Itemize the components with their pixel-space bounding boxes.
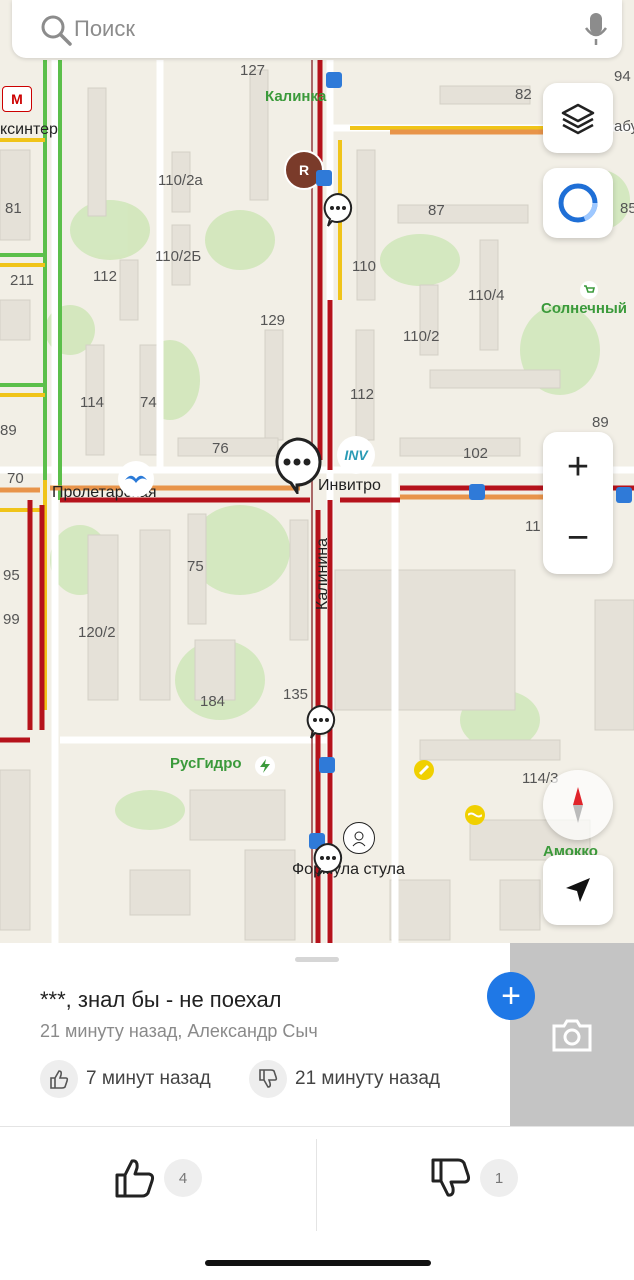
building-number: 114 (80, 394, 104, 411)
place-label-invitro[interactable]: Инвитро (318, 477, 381, 495)
compass-button[interactable] (543, 770, 613, 840)
bird-poi-icon[interactable] (118, 461, 154, 497)
place-label-rusgidro[interactable]: РусГидро (170, 755, 242, 772)
store-logo-text: M (11, 91, 23, 107)
building-number: 112 (93, 268, 117, 285)
place-label-formula[interactable]: Формула стула (292, 861, 405, 879)
bus-stop-icon[interactable] (469, 484, 485, 500)
building-number: 74 (140, 394, 157, 411)
building-number: 94 (614, 68, 631, 85)
search-bar[interactable]: Поиск (12, 0, 622, 58)
building-number: 70 (7, 470, 24, 487)
building-number: 82 (515, 86, 532, 103)
building-number: 110/4 (468, 287, 505, 304)
like-button[interactable]: 4 (114, 1153, 202, 1203)
dislike-button[interactable]: 1 (430, 1153, 518, 1203)
building-number: 87 (428, 202, 445, 219)
alice-ring-icon (558, 183, 598, 223)
home-indicator (205, 1260, 431, 1266)
building-number: 129 (260, 312, 286, 329)
building-number: 89 (592, 414, 609, 431)
sheet-drag-handle[interactable] (295, 957, 339, 962)
add-photo-button[interactable] (510, 943, 634, 1126)
building-number: 110/2а (158, 172, 203, 189)
comment-bubble-icon[interactable] (312, 842, 344, 878)
navigation-arrow-icon (566, 878, 590, 902)
microphone-icon[interactable] (584, 12, 608, 46)
building-number: 110/2 (403, 328, 440, 345)
bus-stop-icon[interactable] (319, 757, 335, 773)
map-view[interactable]: 127 110/2а 110/2Б 112 110 129 114 74 76 … (0, 0, 634, 943)
building-number: 76 (212, 440, 229, 457)
place-label-solnechny[interactable]: Солнечный (541, 300, 627, 317)
compass-icon (573, 787, 583, 823)
bus-stop-icon[interactable] (616, 487, 632, 503)
like-count: 4 (164, 1159, 202, 1197)
camera-icon (552, 1019, 592, 1051)
building-number: 110/2Б (155, 248, 202, 265)
plus-icon: + (501, 977, 521, 1015)
thumbs-up-icon (40, 1060, 78, 1098)
comment-dislike-chip[interactable]: 21 минуту назад (249, 1060, 440, 1098)
add-comment-button[interactable]: + (487, 972, 535, 1020)
formula-poi-icon[interactable] (343, 822, 375, 854)
building-number: 99 (3, 611, 20, 628)
invitro-logo-text: INV (344, 447, 368, 463)
divider (316, 1139, 317, 1231)
thumbs-down-icon (431, 1158, 471, 1197)
place-label-kalinka[interactable]: Калинка (265, 88, 326, 105)
street-label-kalinina: Калинина (314, 538, 331, 610)
zoom-control: + − (543, 432, 613, 574)
place-label-zabu[interactable]: абу (614, 118, 634, 135)
building-number: 89 (0, 422, 17, 439)
building-number: 211 (10, 272, 34, 289)
building-number: 95 (3, 567, 20, 584)
search-input[interactable]: Поиск (74, 16, 135, 42)
comment-sheet: + ***, знал бы - не поехал 21 минуту наз… (0, 943, 634, 1280)
cart-poi-icon[interactable] (580, 281, 598, 299)
invitro-poi-icon[interactable]: INV (337, 436, 375, 474)
dislike-count: 1 (480, 1159, 518, 1197)
power-poi-icon[interactable] (255, 756, 275, 776)
like-time: 7 минут назад (86, 1068, 211, 1089)
restaurant-letter: R (298, 162, 310, 178)
comment-text: ***, знал бы - не поехал (40, 987, 282, 1012)
pool-poi-icon[interactable] (465, 805, 485, 825)
comment-bubble-icon[interactable] (322, 192, 354, 228)
comment-like-chip[interactable]: 7 минут назад (40, 1060, 211, 1098)
layers-icon (561, 103, 595, 135)
zoom-in-button[interactable]: + (543, 432, 613, 503)
bus-stop-icon[interactable] (316, 170, 332, 186)
comment-meta: 21 минуту назад, Александр Сыч (40, 1021, 318, 1041)
store-poi-icon[interactable]: M (2, 86, 32, 112)
thumbs-up-icon (115, 1159, 155, 1198)
building-number: 135 (283, 686, 309, 703)
comment-bubble-icon[interactable] (305, 704, 337, 740)
zoom-out-button[interactable]: − (543, 503, 613, 574)
building-number: 112 (350, 386, 374, 403)
building-number: 75 (187, 558, 204, 575)
place-label-ksinter[interactable]: ксинтер (0, 121, 58, 139)
building-number: 120/2 (78, 624, 116, 641)
building-number: 127 (240, 62, 266, 79)
building-number: 102 (463, 445, 489, 462)
my-location-button[interactable] (543, 855, 613, 925)
building-number: 184 (200, 693, 226, 710)
divider (0, 1126, 634, 1127)
building-number: 81 (5, 200, 22, 217)
thumbs-down-icon (249, 1060, 287, 1098)
bus-stop-icon[interactable] (326, 72, 342, 88)
building-number: 85 (620, 200, 634, 217)
building-number: 110 (352, 258, 376, 275)
alice-button[interactable] (543, 168, 613, 238)
search-icon (41, 15, 72, 46)
building-number: 11 (525, 518, 541, 535)
layers-button[interactable] (543, 83, 613, 153)
dislike-time: 21 минуту назад (295, 1068, 440, 1089)
sport-poi-icon[interactable] (414, 760, 434, 780)
comment-bubble-selected-icon[interactable] (271, 436, 323, 494)
